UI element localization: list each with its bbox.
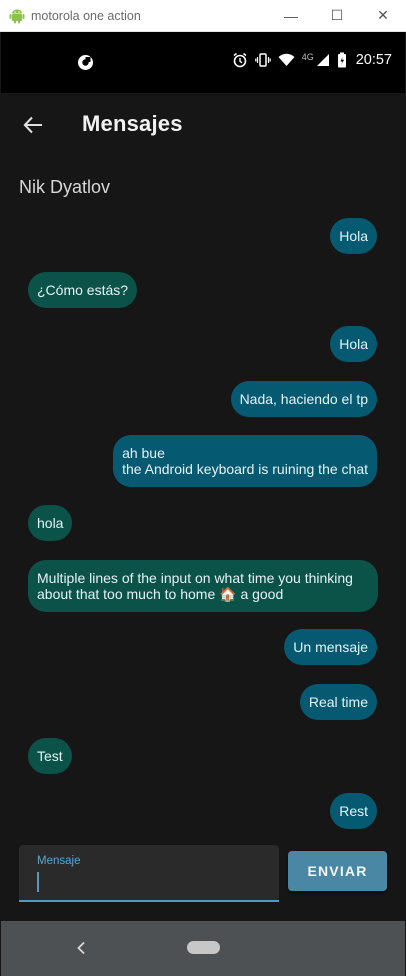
nav-back-icon[interactable] — [71, 938, 91, 958]
window-controls: — ☐ ✕ — [268, 0, 406, 31]
message-bubble-outgoing: Nada, haciendo el tp — [230, 381, 377, 417]
window-title: motorola one action — [31, 8, 141, 23]
page-title: Mensajes — [82, 111, 183, 136]
wifi-icon — [278, 53, 295, 67]
signal-icon — [316, 53, 330, 67]
vibrate-icon — [254, 52, 271, 68]
message-bubble-incoming: hola — [28, 505, 73, 541]
message-input-field[interactable]: Mensaje — [19, 845, 279, 902]
maximize-button[interactable]: ☐ — [314, 0, 360, 31]
contact-name: Nik Dyatlov — [19, 177, 111, 197]
message-bubble-outgoing: Hola — [330, 326, 377, 362]
nav-home-pill[interactable] — [187, 941, 220, 954]
message-input-label: Mensaje — [37, 855, 81, 867]
message-bubble-incoming: Test — [28, 738, 72, 774]
message-bubble-outgoing: Real time — [299, 684, 377, 720]
minimize-button[interactable]: — — [268, 0, 314, 31]
message-bubble-outgoing: ah bue the Android keyboard is ruining t… — [113, 435, 377, 487]
message-bubble-outgoing: Un mensaje — [284, 629, 377, 665]
network-type-label: 4G — [301, 51, 314, 62]
message-bubble-outgoing: Rest — [330, 793, 377, 829]
send-button[interactable]: ENVIAR — [288, 851, 387, 891]
alarm-icon — [232, 52, 248, 68]
message-input[interactable] — [41, 869, 271, 895]
message-bubble-incoming: ¿Cómo estás? — [28, 272, 138, 308]
chat-area[interactable]: Nik Dyatlov Hola ¿Cómo estás? Hola Nada,… — [1, 157, 405, 837]
back-arrow-icon[interactable] — [19, 111, 47, 139]
android-icon — [9, 8, 25, 24]
message-bubble-incoming: Multiple lines of the input on what time… — [28, 560, 378, 612]
close-button[interactable]: ✕ — [360, 0, 406, 31]
window-titlebar: motorola one action — ☐ ✕ — [0, 0, 406, 32]
app-bar: Mensajes — [1, 93, 405, 157]
status-bar: 4G 20:57 — [1, 32, 405, 93]
message-bubble-outgoing: Hola — [330, 218, 377, 254]
text-caret — [37, 872, 39, 892]
battery-icon — [337, 52, 347, 68]
notification-icon — [77, 54, 94, 71]
status-clock: 20:57 — [355, 52, 392, 68]
status-icons: 4G 20:57 — [232, 52, 392, 68]
navigation-bar — [1, 921, 405, 976]
